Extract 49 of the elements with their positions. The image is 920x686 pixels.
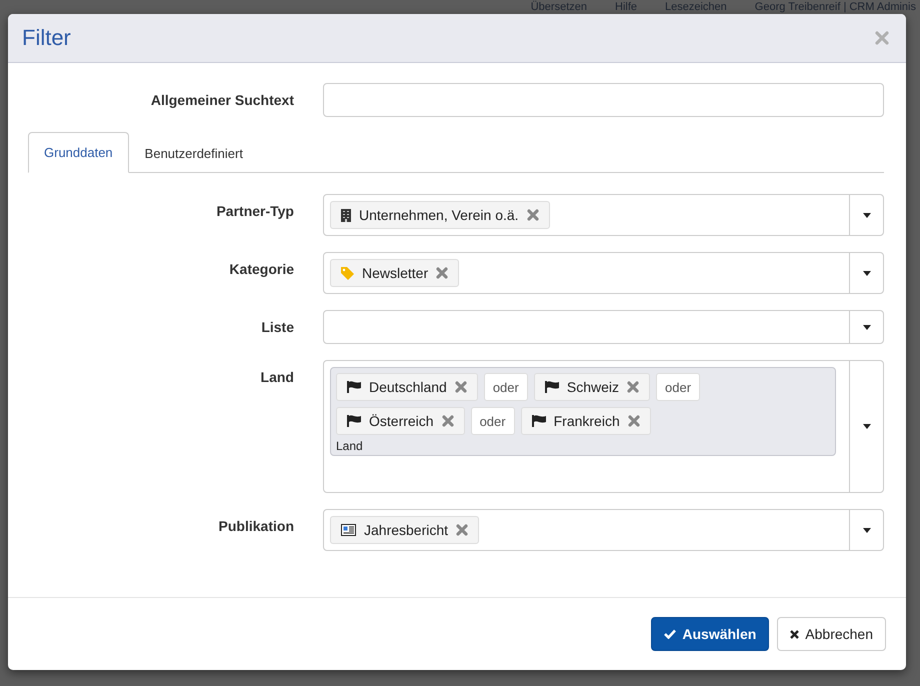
close-icon[interactable] xyxy=(875,31,889,45)
tag-label: Jahresbericht xyxy=(364,522,448,538)
field-label: Partner-Typ xyxy=(215,202,294,219)
tag-label: Schweiz xyxy=(566,379,619,395)
flag-icon xyxy=(532,415,546,427)
select-button[interactable]: Auswählen xyxy=(651,617,770,651)
tab[interactable]: Grunddaten xyxy=(28,132,129,173)
caret-icon xyxy=(862,212,870,218)
close-icon xyxy=(790,630,800,638)
newspaper-icon xyxy=(341,524,356,536)
flag-icon xyxy=(544,381,559,393)
cancel-button[interactable]: Abbrechen xyxy=(777,617,886,651)
tag-label: Österreich xyxy=(369,413,434,429)
remove-icon[interactable] xyxy=(526,209,539,221)
multi-select[interactable]: Deutschland oder Schweiz oder Österreich oder Frankreich Land xyxy=(323,360,884,493)
remove-icon[interactable] xyxy=(456,524,468,536)
remove-icon[interactable] xyxy=(628,415,640,427)
field-label: Liste xyxy=(260,318,294,335)
caret-icon xyxy=(862,528,870,532)
multi-select[interactable]: Unternehmen, Verein o.ä. xyxy=(323,194,884,236)
flag-icon xyxy=(347,381,361,393)
remove-icon[interactable] xyxy=(442,415,454,427)
building-icon xyxy=(341,208,351,222)
connector-chip: oder xyxy=(484,373,528,401)
connector-chip: oder xyxy=(656,373,700,401)
dialog-title: Filter xyxy=(22,25,71,51)
field-label: Allgemeiner Suchtext xyxy=(150,91,294,108)
caret-icon xyxy=(862,424,870,429)
tab[interactable]: Benutzerdefiniert xyxy=(128,132,259,173)
tag-input[interactable]: Land xyxy=(336,435,436,453)
remove-icon[interactable] xyxy=(454,381,467,393)
tag-label: Deutschland xyxy=(369,379,447,395)
flag-icon xyxy=(347,415,361,427)
tag-icon xyxy=(341,266,354,280)
check-icon xyxy=(664,629,676,639)
field-label: Land xyxy=(260,368,294,385)
caret-icon xyxy=(862,324,870,330)
connector-chip: oder xyxy=(470,407,515,435)
field-label: Kategorie xyxy=(228,260,294,277)
caret-icon xyxy=(862,270,870,276)
remove-icon[interactable] xyxy=(627,381,639,393)
tag-label: Frankreich xyxy=(554,413,620,429)
remove-icon[interactable] xyxy=(436,267,448,279)
multi-select[interactable]: Jahresbericht xyxy=(323,509,884,551)
search-field[interactable] xyxy=(323,83,884,117)
field-label: Publikation xyxy=(218,517,294,534)
tag-label: Unternehmen, Verein o.ä. xyxy=(359,207,519,223)
multi-select[interactable]: Newsletter xyxy=(323,252,884,294)
tag-label: Newsletter xyxy=(362,265,428,281)
